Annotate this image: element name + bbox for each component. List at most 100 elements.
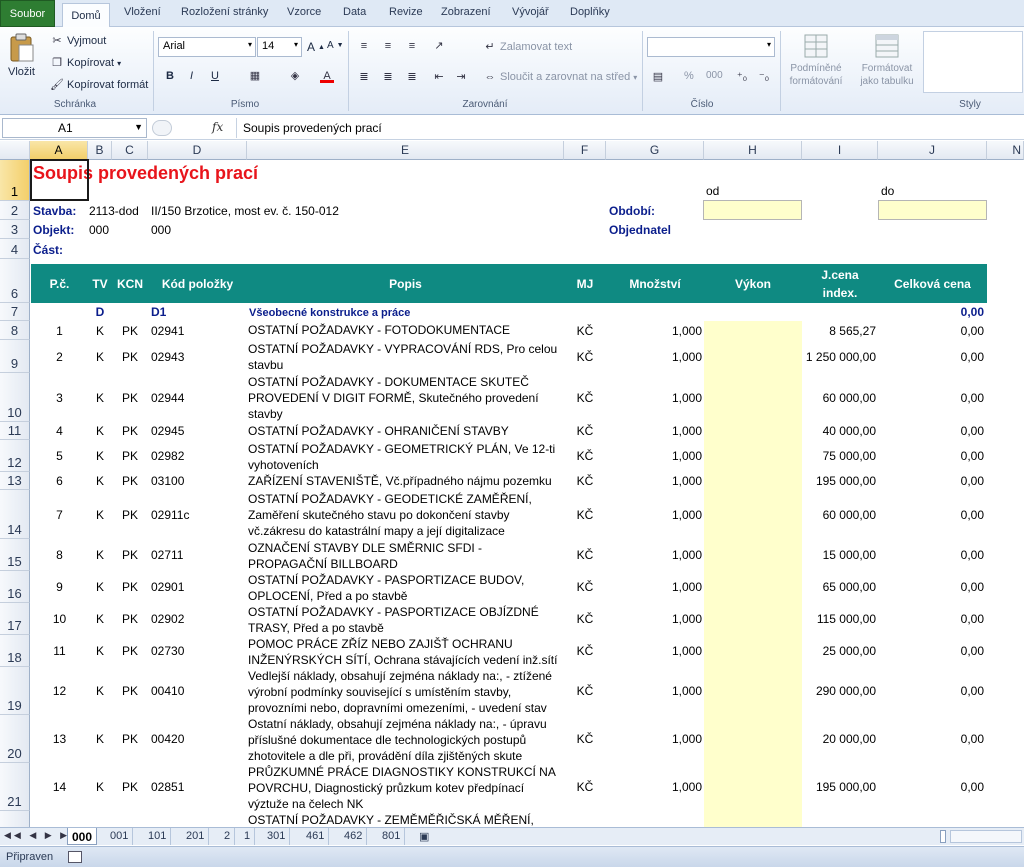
item-total-price[interactable]: 0,00 (878, 612, 984, 627)
cut-button[interactable]: ✂ Vyjmout (50, 34, 106, 48)
item-tv[interactable]: K (88, 732, 112, 747)
item-tv[interactable]: K (88, 324, 112, 339)
item-unit-price[interactable]: 195 000,00 (802, 474, 876, 489)
row-header-4[interactable]: 4 (0, 239, 30, 259)
item-number[interactable]: 14 (31, 780, 88, 795)
column-header-c[interactable]: C (112, 141, 148, 160)
row-header-1[interactable]: 1 (0, 160, 30, 201)
item-description[interactable]: POMOC PRÁCE ZŘÍZ NEBO ZAJIŠŤ OCHRANU INŽ… (248, 636, 562, 667)
item-quantity[interactable]: 1,000 (606, 780, 702, 795)
item-number[interactable]: 13 (31, 732, 88, 747)
paste-button[interactable]: Vložit (8, 33, 35, 78)
item-total-price[interactable]: 0,00 (878, 580, 984, 595)
conditional-formatting-button[interactable]: Podmíněné formátování (782, 33, 850, 88)
item-unit[interactable]: KČ (564, 780, 606, 795)
item-total-price[interactable]: 0,00 (878, 324, 984, 339)
item-unit-price[interactable]: 8 565,27 (802, 324, 876, 339)
item-total-price[interactable]: 0,00 (878, 644, 984, 659)
formula-expand-handle[interactable] (152, 120, 172, 136)
item-quantity[interactable]: 1,000 (606, 612, 702, 627)
item-unit-price[interactable]: 25 000,00 (802, 644, 876, 659)
column-header-e[interactable]: E (247, 141, 564, 160)
row-header-19[interactable]: 19 (0, 667, 30, 715)
item-quantity[interactable]: 1,000 (606, 580, 702, 595)
item-description[interactable]: OSTATNÍ POŽADAVKY - OHRANIČENÍ STAVBY (248, 423, 562, 440)
item-quantity[interactable]: 1,000 (606, 391, 702, 406)
item-total-price[interactable]: 0,00 (878, 684, 984, 699)
item-description[interactable]: OSTATNÍ POŽADAVKY - PASPORTIZACE OBJÍZDN… (248, 604, 562, 635)
wrap-text-button[interactable]: ↵ Zalamovat text (483, 40, 572, 54)
macro-record-icon[interactable] (68, 851, 82, 863)
indent-decrease-button[interactable]: ⇤ (432, 70, 446, 84)
align-right-button[interactable]: ≣ (405, 70, 419, 84)
item-kcn[interactable]: PK (112, 548, 148, 563)
item-quantity[interactable]: 1,000 (606, 508, 702, 523)
row-header-9[interactable]: 9 (0, 340, 30, 373)
item-unit-price[interactable]: 195 000,00 (802, 780, 876, 795)
item-unit-price[interactable]: 290 000,00 (802, 684, 876, 699)
item-quantity[interactable]: 1,000 (606, 548, 702, 563)
item-code[interactable]: 02982 (151, 449, 246, 464)
item-unit-price[interactable]: 75 000,00 (802, 449, 876, 464)
tab-home[interactable]: Domů (62, 3, 110, 28)
align-bottom-button[interactable]: ≡ (405, 39, 419, 53)
item-kcn[interactable]: PK (112, 612, 148, 627)
item-unit[interactable]: KČ (564, 350, 606, 365)
item-unit-price[interactable]: 40 000,00 (802, 424, 876, 439)
item-description[interactable]: OSTATNÍ POŽADAVKY - VYPRACOVÁNÍ RDS, Pro… (248, 341, 562, 373)
item-tv[interactable]: K (88, 548, 112, 563)
item-code[interactable]: 02944 (151, 391, 246, 406)
item-number[interactable]: 1 (31, 324, 88, 339)
item-quantity[interactable]: 1,000 (606, 449, 702, 464)
item-unit[interactable]: KČ (564, 424, 606, 439)
section-total[interactable]: 0,00 (878, 305, 984, 320)
tab-page-layout[interactable]: Rozložení stránky (181, 6, 268, 18)
item-tv[interactable]: K (88, 350, 112, 365)
item-quantity[interactable]: 1,000 (606, 732, 702, 747)
item-code[interactable]: 02945 (151, 424, 246, 439)
sheet-tab-462[interactable]: 462 (340, 828, 368, 845)
objekt-value[interactable]: 000 (89, 223, 109, 238)
row-header-8[interactable]: 8 (0, 321, 30, 340)
item-code[interactable]: 02901 (151, 580, 246, 595)
objekt-description[interactable]: 000 (151, 223, 171, 238)
section-title[interactable]: Všeobecné konstrukce a práce (249, 306, 410, 321)
font-size-select[interactable]: 14 ▾ (257, 37, 302, 57)
select-all-corner[interactable] (0, 141, 30, 160)
item-total-price[interactable]: 0,00 (878, 780, 984, 795)
item-description[interactable]: OSTATNÍ POŽADAVKY - GEODETICKÉ ZAMĚŘENÍ,… (248, 491, 562, 539)
item-number[interactable]: 3 (31, 391, 88, 406)
item-description[interactable]: OSTATNÍ POŽADAVKY - GEOMETRICKÝ PLÁN, Ve… (248, 441, 562, 472)
item-tv[interactable]: K (88, 644, 112, 659)
item-kcn[interactable]: PK (112, 324, 148, 339)
sheet-tab-1[interactable]: 1 (240, 828, 256, 845)
decrease-decimal-button[interactable]: ⁻₀ (757, 70, 771, 84)
row-header-20[interactable]: 20 (0, 715, 30, 763)
cell-styles-gallery[interactable] (923, 31, 1023, 93)
align-center-button[interactable]: ≣ (381, 70, 395, 84)
row-header-7[interactable]: 7 (0, 303, 30, 321)
item-number[interactable]: 9 (31, 580, 88, 595)
section-code[interactable]: D1 (151, 305, 166, 320)
item-description[interactable]: PRŮZKUMNÉ PRÁCE DIAGNOSTIKY KONSTRUKCÍ N… (248, 764, 562, 811)
column-header-a[interactable]: A (30, 141, 88, 160)
row-header-12[interactable]: 12 (0, 440, 30, 472)
item-kcn[interactable]: PK (112, 732, 148, 747)
fill-color-button[interactable]: ◈ (288, 69, 302, 83)
sheet-tab-000[interactable]: 000 (67, 828, 98, 845)
item-code[interactable]: 02911c (151, 508, 246, 523)
item-unit-price[interactable]: 15 000,00 (802, 548, 876, 563)
item-unit[interactable]: KČ (564, 732, 606, 747)
number-format-select[interactable]: ▾ (647, 37, 775, 57)
font-color-button[interactable]: A (320, 69, 334, 83)
item-unit[interactable]: KČ (564, 548, 606, 563)
item-number[interactable]: 4 (31, 424, 88, 439)
item-total-price[interactable]: 0,00 (878, 474, 984, 489)
stavba-description[interactable]: II/150 Brzotice, most ev. č. 150-012 (151, 204, 339, 219)
tab-formulas[interactable]: Vzorce (287, 6, 321, 18)
row-header-22[interactable] (0, 811, 30, 827)
align-middle-button[interactable]: ≡ (381, 39, 395, 53)
item-total-price[interactable]: 0,00 (878, 391, 984, 406)
sheet-tab-2[interactable]: 2 (220, 828, 236, 845)
period-from-input[interactable] (703, 200, 802, 220)
